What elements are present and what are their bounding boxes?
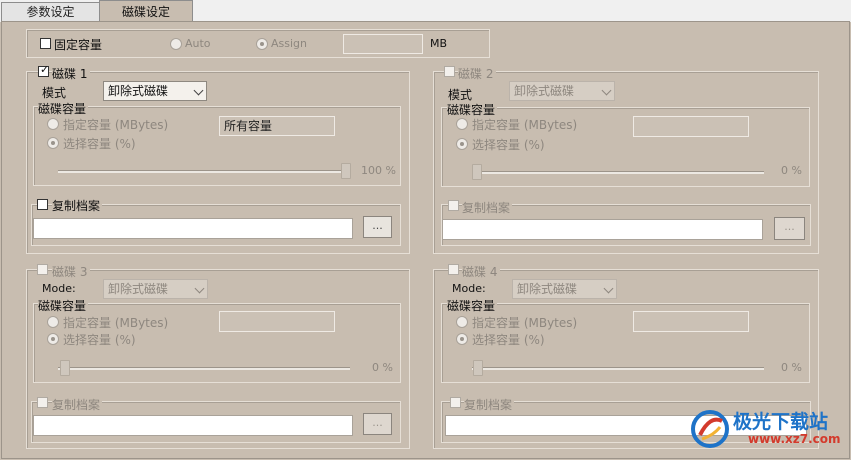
disk3-capacity-slider[interactable]	[58, 367, 350, 370]
disk1-slider-thumb[interactable]	[341, 163, 351, 179]
disk3-select-radio[interactable]	[47, 333, 59, 345]
disk4-percent-value: 0 %	[781, 361, 802, 374]
disk2-capacity-input[interactable]	[633, 116, 749, 137]
disk1-copy-path[interactable]	[33, 218, 353, 239]
tab-disk-settings[interactable]: 磁碟设定	[99, 0, 193, 22]
disk2-checkbox[interactable]	[444, 66, 455, 77]
disk3-mode-label: Mode:	[42, 282, 76, 295]
disk2-browse-button[interactable]: ...	[774, 217, 805, 240]
disk1-select-radio[interactable]	[47, 137, 59, 149]
disk1-mode-label: 模式	[42, 86, 67, 100]
disk3-slider-thumb[interactable]	[60, 360, 70, 376]
disk2-select-radio[interactable]	[456, 138, 468, 150]
disk2-select-label: 选择容量 (%)	[472, 138, 545, 152]
disk1-copy-checkbox[interactable]	[37, 199, 48, 210]
disk4-copy-checkbox[interactable]	[450, 397, 461, 408]
disk2-percent-value: 0 %	[781, 164, 802, 177]
disk3-copy-checkbox[interactable]	[37, 397, 48, 408]
disk1-checkbox[interactable]: ✓	[38, 64, 49, 77]
disk4-mode-label: Mode:	[452, 282, 486, 295]
disk4-specify-label: 指定容量 (MBytes)	[472, 316, 578, 330]
disk4-slider-thumb[interactable]	[473, 360, 483, 376]
fixed-capacity-unit: MB	[430, 37, 448, 50]
disk4-capacity-input[interactable]	[633, 311, 749, 332]
watermark-logo-icon	[690, 409, 730, 449]
disk3-select-label: 选择容量 (%)	[63, 333, 136, 347]
disk3-capacity-input[interactable]	[219, 311, 335, 332]
disk3-browse-button[interactable]: ...	[363, 413, 392, 435]
disk3-mode-select[interactable]: 卸除式磁碟	[103, 279, 208, 299]
disk4-title: 磁碟 4	[462, 263, 501, 280]
disk4-select-radio[interactable]	[456, 333, 468, 345]
disk4-mode-select[interactable]: 卸除式磁碟	[512, 279, 617, 299]
fixed-capacity-label: 固定容量	[54, 38, 103, 52]
disk3-percent-value: 0 %	[372, 361, 393, 374]
disk2-copy-path[interactable]	[442, 219, 763, 240]
disk3-checkbox[interactable]	[37, 264, 48, 275]
disk1-capacity-group-label: 磁碟容量	[38, 100, 89, 117]
disk2-capacity-slider[interactable]	[472, 171, 764, 174]
disk1-mode-select[interactable]: 卸除式磁碟	[103, 81, 207, 101]
disk3-title: 磁碟 3	[52, 263, 91, 280]
disk3-specify-radio[interactable]	[47, 316, 59, 328]
disk3-copy-path[interactable]	[33, 415, 353, 436]
disk1-title: 磁碟 1	[52, 65, 91, 82]
disk4-specify-radio[interactable]	[456, 316, 468, 328]
tab-parameters[interactable]: 参数设定	[1, 2, 100, 21]
disk1-specify-radio[interactable]	[47, 118, 59, 130]
disk2-copy-label: 复制档案	[462, 199, 513, 216]
disk4-capacity-group-label: 磁碟容量	[447, 297, 498, 314]
disk2-specify-label: 指定容量 (MBytes)	[472, 118, 578, 132]
fixed-capacity-checkbox[interactable]	[40, 38, 51, 49]
disk4-copy-label: 复制档案	[464, 396, 515, 413]
disk2-slider-thumb[interactable]	[472, 164, 482, 180]
disk1-capacity-slider[interactable]	[58, 170, 350, 173]
disk3-capacity-group-label: 磁碟容量	[38, 297, 89, 314]
disk4-select-label: 选择容量 (%)	[472, 333, 545, 347]
disk1-percent-value: 100 %	[361, 164, 396, 177]
assign-radio[interactable]	[256, 38, 268, 50]
disk1-copy-label: 复制档案	[52, 197, 103, 214]
fixed-capacity-input[interactable]	[343, 34, 423, 54]
disk2-mode-select[interactable]: 卸除式磁碟	[509, 81, 615, 101]
disk2-copy-checkbox[interactable]	[448, 200, 459, 211]
disk1-specify-label: 指定容量 (MBytes)	[63, 118, 169, 132]
disk1-capacity-input[interactable]: 所有容量	[219, 116, 335, 136]
disk1-browse-button[interactable]: ...	[363, 216, 392, 238]
assign-label: Assign	[271, 37, 307, 50]
watermark-url: www.xz7.com	[748, 432, 841, 446]
disk2-title: 磁碟 2	[458, 65, 497, 82]
auto-label: Auto	[185, 37, 211, 50]
disk2-specify-radio[interactable]	[456, 118, 468, 130]
disk3-copy-label: 复制档案	[52, 396, 103, 413]
auto-radio[interactable]	[170, 38, 182, 50]
disk3-specify-label: 指定容量 (MBytes)	[63, 316, 169, 330]
disk1-select-label: 选择容量 (%)	[63, 137, 136, 151]
disk4-capacity-slider[interactable]	[472, 367, 764, 370]
disk4-checkbox[interactable]	[448, 264, 459, 275]
watermark-site-name: 极光下载站	[733, 411, 829, 433]
